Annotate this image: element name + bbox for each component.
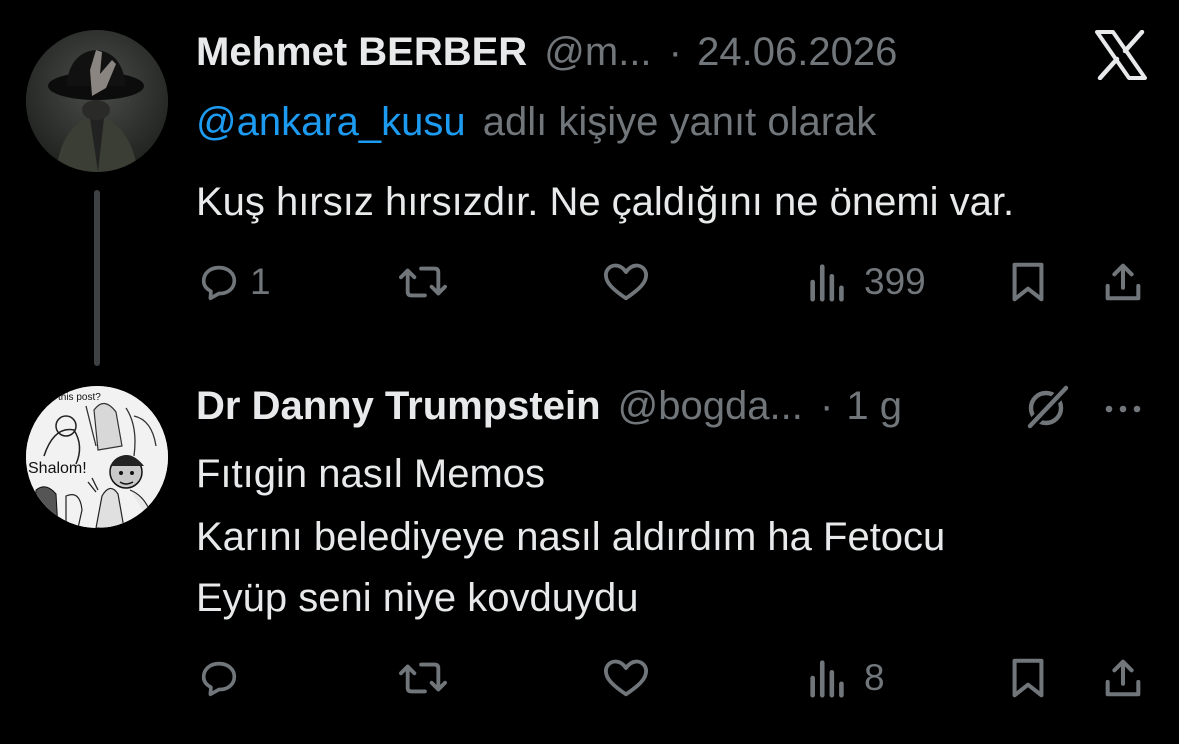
share-button[interactable] [1100,655,1146,701]
share-icon [1105,659,1141,697]
views-count: 399 [864,261,926,302]
views-icon [810,660,844,698]
retweet-button[interactable] [396,259,458,305]
like-button[interactable] [600,259,660,305]
tweet-text-line: Karını belediyeye nasıl aldırdım ha Feto… [196,515,946,559]
share-icon [1105,263,1141,301]
author-name[interactable]: Mehmet BERBER [196,30,527,74]
author-handle[interactable]: @bogda... [618,384,803,428]
tweet-text-line: Fıtıgin nasıl Memos [196,452,546,496]
tweet-text-line: Eyüp seni niye kovduydu [196,576,639,620]
author-handle[interactable]: @m... [544,30,651,74]
like-button[interactable] [600,655,660,701]
retweet-button[interactable] [396,655,458,701]
separator-dot: · [819,384,834,428]
retweet-icon [399,662,447,694]
reply-icon [201,661,237,697]
heart-icon [603,263,649,301]
bookmark-icon [1012,262,1044,302]
author-name[interactable]: Dr Danny Trumpstein [196,384,601,428]
thread-connector [94,190,100,366]
tweet-header: Dr Danny Trumpstein @bogda... · 1 g [196,382,902,430]
reply-count: 1 [250,261,271,302]
views-button[interactable]: 399 [806,259,926,305]
tweet-text: Kuş hırsız hırsızdır. Ne çaldığını ne ön… [196,180,1015,224]
retweet-icon [399,266,447,298]
bookmark-button[interactable] [1006,259,1050,305]
tweet-header: Mehmet BERBER @m... · 24.06.2026 [196,28,897,76]
tweet-time[interactable]: 1 g [846,384,902,428]
share-button[interactable] [1100,259,1146,305]
grok-icon[interactable] [1022,382,1074,434]
reply-mention-link[interactable]: @ankara_kusu [196,100,466,144]
tweet-date[interactable]: 24.06.2026 [697,30,897,74]
heart-icon [603,659,649,697]
avatar-caption: Shalom! [28,460,87,477]
avatar[interactable]: this post? Shalom! [26,386,168,528]
separator-dot: · [668,30,682,74]
avatar[interactable] [26,30,168,172]
reply-context: @ankara_kusu adlı kişiye yanıt olarak [196,98,876,146]
bookmark-button[interactable] [1006,655,1050,701]
reply-button[interactable]: 1 [196,259,271,305]
reply-icon [201,265,237,301]
avatar-caption-top: this post? [58,392,101,403]
views-count: 8 [864,657,885,698]
more-icon[interactable] [1100,386,1146,432]
reply-context-label: adlı kişiye yanıt olarak [482,100,877,144]
x-logo-icon[interactable] [1094,29,1148,81]
views-button[interactable]: 8 [806,655,885,701]
reply-button[interactable] [196,655,250,701]
bookmark-icon [1012,658,1044,698]
views-icon [810,264,844,302]
